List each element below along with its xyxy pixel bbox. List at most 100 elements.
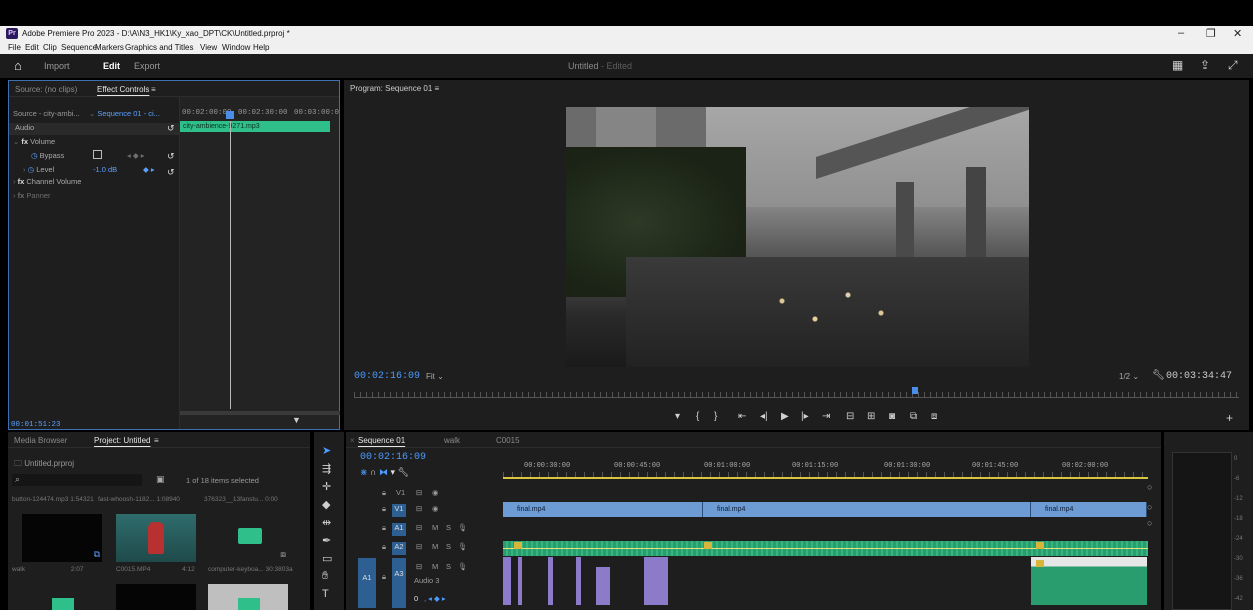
go-to-out-icon[interactable]: ⇥ (822, 411, 830, 422)
tab-source[interactable]: Source: (no clips) (15, 85, 77, 94)
menu-graphics-titles[interactable]: Graphics and Titles (125, 43, 193, 52)
sequence-dropdown[interactable]: ⌄ Sequence 01 - ci... (89, 109, 160, 121)
type-tool-icon[interactable]: T (322, 588, 329, 600)
thumb-keyboard-audio[interactable]: ⧈ (208, 514, 288, 562)
nav-import[interactable]: Import (44, 61, 70, 71)
solo-button[interactable]: S (446, 542, 451, 551)
audio-clip-a3[interactable] (644, 557, 668, 605)
hand-tool-icon[interactable]: ✋︎ (322, 570, 328, 583)
solo-button[interactable]: S (446, 523, 451, 532)
fit-dropdown[interactable]: Fit ⌄ (426, 372, 444, 381)
mute-button[interactable]: M (432, 542, 438, 551)
tab-sequence-01[interactable]: Sequence 01 (358, 436, 405, 445)
bin-icon[interactable]: ▣ (156, 474, 165, 485)
tab-media-browser[interactable]: Media Browser (14, 436, 67, 445)
scroll-handle[interactable]: ○ (1147, 518, 1152, 528)
home-icon[interactable]: ⌂ (14, 58, 22, 73)
workspaces-icon[interactable]: ▦ (1172, 58, 1183, 72)
keyframe-nav-icons[interactable]: , ◂ ◆ ▸ (424, 594, 446, 603)
overwrite-icon[interactable]: ⧈ (931, 411, 937, 422)
timeline-ruler[interactable] (503, 472, 1148, 479)
eye-icon[interactable]: ◉ (432, 488, 439, 497)
button-editor-icon[interactable]: + (1226, 411, 1233, 425)
track-name[interactable]: A3 (392, 558, 406, 608)
share-icon[interactable]: ⇪ (1200, 58, 1210, 72)
nest-icon[interactable]: ⋇ (360, 467, 370, 477)
close-icon[interactable]: × (350, 436, 355, 445)
thumb-clip[interactable] (116, 584, 196, 610)
sync-lock-icon[interactable]: ⊟ (416, 562, 422, 571)
mark-in-icon[interactable]: { (696, 411, 699, 422)
reset-icon[interactable]: ↺ (167, 167, 175, 178)
lock-icon[interactable]: 🔒︎ (382, 572, 386, 582)
program-time-ruler[interactable] (354, 392, 1239, 398)
solo-button[interactable]: S (446, 562, 451, 571)
fx-row-volume[interactable]: ⌄ fx Volume (13, 137, 55, 149)
keyframe-nav[interactable]: ◂ ◆ ▸ (127, 151, 144, 163)
add-marker-icon[interactable]: ▾ (675, 411, 680, 422)
fullscreen-icon[interactable]: ⤢ (1228, 58, 1238, 73)
minimize-button[interactable]: – (1178, 27, 1184, 39)
linked-selection-icon[interactable]: ⧓ (379, 467, 391, 477)
sync-lock-icon[interactable]: ⊟ (416, 488, 422, 497)
play-icon[interactable]: ▶ (781, 411, 789, 422)
keyframe-nav[interactable]: ◆ ▸ (143, 165, 155, 177)
video-clip[interactable]: final.mp4 (503, 502, 703, 517)
audio-clip-a3-end[interactable] (1031, 557, 1147, 605)
audio-rubberband[interactable] (503, 548, 1148, 549)
selection-tool-icon[interactable]: ➤ (322, 444, 331, 457)
menu-window[interactable]: Window (222, 43, 250, 52)
level-value[interactable]: -1.0 dB (93, 165, 117, 177)
audio-zoom-value[interactable]: 0 (414, 594, 418, 603)
track-select-tool-icon[interactable]: ⇶ (322, 462, 331, 475)
filter-icon[interactable]: ▼ (292, 415, 301, 425)
slip-tool-icon[interactable]: ⇹ (322, 516, 331, 529)
sync-lock-icon[interactable]: ⊟ (416, 523, 422, 532)
tab-project[interactable]: Project: Untitled (94, 436, 150, 445)
thumb-audio-selected[interactable] (208, 584, 288, 610)
scroll-handle[interactable]: ○ (1147, 482, 1152, 492)
program-video-frame[interactable] (566, 107, 1029, 367)
program-playhead[interactable] (912, 387, 918, 394)
track-source-a1[interactable]: A1 (358, 558, 376, 608)
mute-button[interactable]: M (432, 562, 438, 571)
panel-menu-icon[interactable]: ≡ (435, 84, 440, 93)
lock-icon[interactable]: 🔒︎ (382, 523, 386, 533)
mark-out-icon[interactable]: } (714, 411, 717, 422)
menu-clip[interactable]: Clip (43, 43, 57, 52)
pen-tool-icon[interactable]: ✒ (322, 534, 331, 547)
lift-icon[interactable]: ⊟ (846, 411, 854, 422)
thumb-c0015[interactable] (116, 514, 196, 562)
menu-edit[interactable]: Edit (25, 43, 39, 52)
snap-icon[interactable]: ∩ (370, 467, 379, 477)
menu-sequence[interactable]: Sequence (61, 43, 97, 52)
stopwatch-icon[interactable]: ◷ (31, 151, 40, 160)
resolution-dropdown[interactable]: 1/2 ⌄ (1119, 372, 1139, 381)
reset-icon[interactable]: ↺ (167, 123, 175, 134)
step-back-icon[interactable]: ◂| (760, 411, 768, 422)
rectangle-tool-icon[interactable]: ▭ (322, 552, 332, 565)
panel-menu-icon[interactable]: ≡ (154, 436, 159, 445)
ec-playhead-handle[interactable] (226, 111, 234, 119)
audio-clip-a3[interactable] (576, 557, 581, 605)
extract-icon[interactable]: ⊞ (867, 411, 875, 422)
lock-icon[interactable]: 🔒︎ (382, 504, 386, 514)
panel-menu-icon[interactable]: ≡ (151, 85, 156, 94)
reset-icon[interactable]: ↺ (167, 151, 175, 162)
project-search-input[interactable]: ⌕ (12, 474, 142, 486)
video-clip[interactable]: final.mp4 (703, 502, 1031, 517)
nav-export[interactable]: Export (134, 61, 160, 71)
sync-lock-icon[interactable]: ⊟ (416, 504, 422, 513)
thumb-walk[interactable]: ⧉ (22, 514, 102, 562)
export-frame-icon[interactable]: ◙ (889, 411, 895, 422)
audio-clip-a3[interactable] (596, 567, 610, 605)
eye-icon[interactable]: ◉ (432, 504, 439, 513)
thumb-audio[interactable] (22, 584, 102, 610)
ec-audio-clip[interactable]: city-ambience-9271.mp3 (180, 121, 330, 132)
source-label[interactable]: Source - city-ambi... (13, 109, 80, 121)
sync-lock-icon[interactable]: ⊟ (416, 542, 422, 551)
fx-row-channel-volume[interactable]: › fx Channel Volume (13, 177, 81, 189)
stopwatch-icon[interactable]: ◷ (28, 165, 37, 174)
step-forward-icon[interactable]: |▸ (801, 411, 809, 422)
scroll-handle[interactable]: ○ (1147, 502, 1152, 512)
